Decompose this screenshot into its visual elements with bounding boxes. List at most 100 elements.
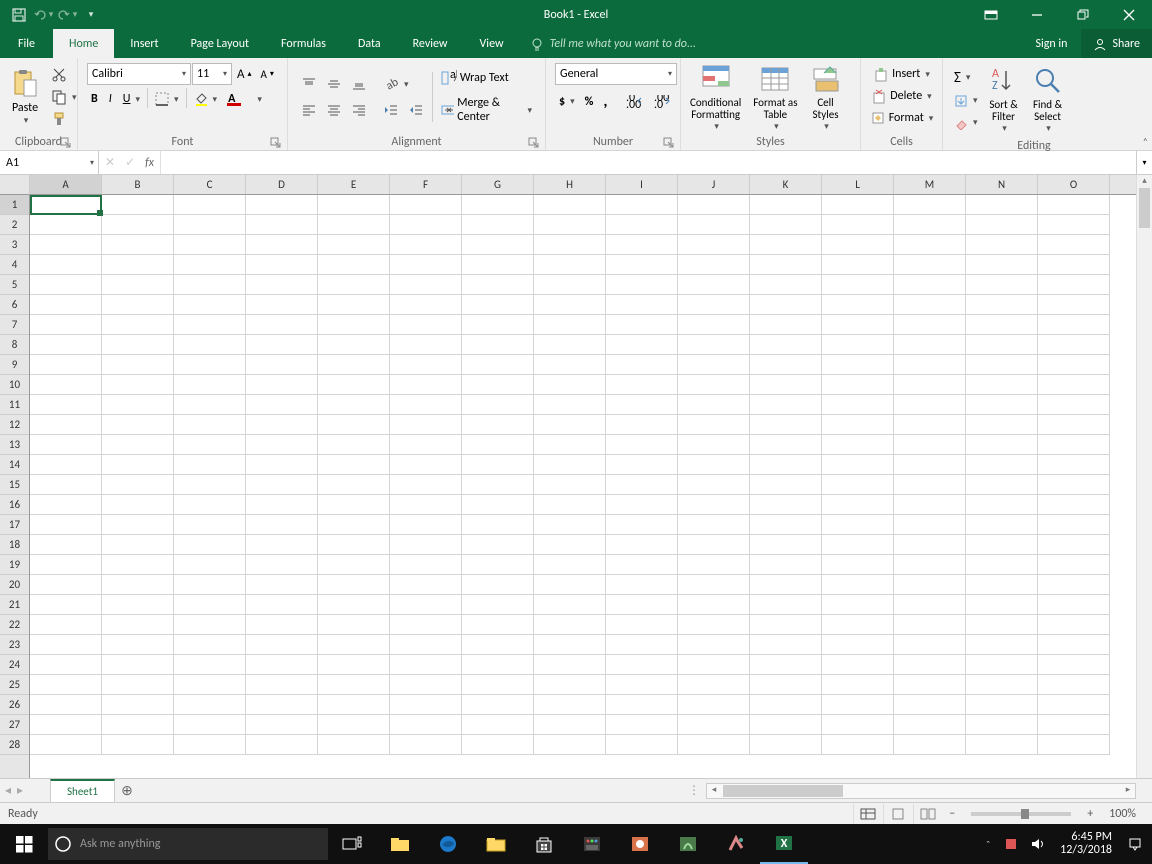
cell[interactable] [678, 515, 750, 535]
cell[interactable] [462, 575, 534, 595]
cell[interactable] [246, 735, 318, 755]
cell[interactable] [894, 195, 966, 215]
cell[interactable] [30, 715, 102, 735]
cell[interactable] [1038, 515, 1110, 535]
cell-styles-button[interactable]: Cell Styles▾ [804, 61, 848, 134]
tray-security-icon[interactable] [1000, 824, 1022, 864]
delete-cells-button[interactable]: Delete▾ [867, 85, 935, 107]
insert-function-button[interactable]: fx [145, 156, 154, 170]
zoom-level[interactable]: 100% [1101, 807, 1144, 821]
cell[interactable] [1038, 555, 1110, 575]
cell[interactable] [174, 355, 246, 375]
cell[interactable] [822, 615, 894, 635]
taskbar-explorer-2[interactable] [472, 824, 520, 864]
cell[interactable] [318, 455, 390, 475]
cell[interactable] [678, 395, 750, 415]
cell[interactable] [462, 415, 534, 435]
cell[interactable] [534, 535, 606, 555]
cell[interactable] [822, 575, 894, 595]
cell[interactable] [678, 655, 750, 675]
cell[interactable] [390, 595, 462, 615]
cell[interactable] [102, 455, 174, 475]
cell[interactable] [894, 555, 966, 575]
cell[interactable] [30, 195, 102, 215]
cell[interactable] [174, 695, 246, 715]
row-header-10[interactable]: 10 [0, 375, 29, 395]
cell[interactable] [30, 375, 102, 395]
taskbar-app-4[interactable] [712, 824, 760, 864]
cell[interactable] [750, 255, 822, 275]
number-format-combo[interactable]: General▾ [555, 63, 677, 85]
cell[interactable] [750, 315, 822, 335]
cell[interactable] [678, 255, 750, 275]
taskbar-app-2[interactable] [616, 824, 664, 864]
cell[interactable] [606, 195, 678, 215]
zoom-slider[interactable] [971, 812, 1071, 816]
cell[interactable] [174, 615, 246, 635]
increase-font-button[interactable]: A▴ [233, 63, 256, 85]
cell[interactable] [1038, 595, 1110, 615]
cell[interactable] [1038, 395, 1110, 415]
paste-button[interactable]: Paste▾ [3, 66, 47, 129]
cell[interactable] [246, 215, 318, 235]
tray-clock[interactable]: 6:45 PM 12/3/2018 [1052, 831, 1120, 857]
cell[interactable] [246, 375, 318, 395]
cell[interactable] [1038, 275, 1110, 295]
cell[interactable] [966, 415, 1038, 435]
column-header-C[interactable]: C [174, 175, 246, 194]
cell[interactable] [390, 735, 462, 755]
cell[interactable] [30, 415, 102, 435]
cell[interactable] [606, 455, 678, 475]
close-button[interactable] [1106, 0, 1152, 29]
cell[interactable] [246, 235, 318, 255]
cell[interactable] [30, 555, 102, 575]
cell[interactable] [246, 655, 318, 675]
cell[interactable] [822, 195, 894, 215]
cell[interactable] [966, 315, 1038, 335]
align-left-button[interactable] [297, 99, 321, 121]
column-header-G[interactable]: G [462, 175, 534, 194]
column-header-B[interactable]: B [102, 175, 174, 194]
cell[interactable] [750, 295, 822, 315]
cell[interactable] [894, 295, 966, 315]
cell[interactable] [318, 275, 390, 295]
cell[interactable] [462, 655, 534, 675]
cell[interactable] [174, 395, 246, 415]
cell[interactable] [318, 295, 390, 315]
row-header-28[interactable]: 28 [0, 735, 29, 755]
cell[interactable] [102, 635, 174, 655]
cell[interactable] [1038, 475, 1110, 495]
row-header-6[interactable]: 6 [0, 295, 29, 315]
cell[interactable] [966, 495, 1038, 515]
cell[interactable] [894, 495, 966, 515]
row-header-24[interactable]: 24 [0, 655, 29, 675]
column-header-E[interactable]: E [318, 175, 390, 194]
cell[interactable] [246, 555, 318, 575]
orientation-button[interactable]: ab▾ [379, 73, 413, 95]
cell[interactable] [678, 195, 750, 215]
cell[interactable] [534, 675, 606, 695]
cell[interactable] [534, 315, 606, 335]
cell[interactable] [174, 215, 246, 235]
cell[interactable] [246, 335, 318, 355]
cell[interactable] [822, 495, 894, 515]
cell[interactable] [30, 335, 102, 355]
cell[interactable] [822, 315, 894, 335]
cell[interactable] [750, 715, 822, 735]
cell[interactable] [894, 315, 966, 335]
cell[interactable] [102, 375, 174, 395]
cell[interactable] [462, 715, 534, 735]
cell[interactable] [822, 335, 894, 355]
page-break-view-button[interactable] [913, 804, 941, 824]
taskbar-store[interactable] [520, 824, 568, 864]
cell[interactable] [30, 315, 102, 335]
cell[interactable] [102, 195, 174, 215]
cell[interactable] [822, 655, 894, 675]
cell[interactable] [318, 475, 390, 495]
cell[interactable] [822, 595, 894, 615]
cell[interactable] [318, 355, 390, 375]
cell[interactable] [1038, 535, 1110, 555]
cell[interactable] [894, 215, 966, 235]
cell[interactable] [750, 535, 822, 555]
sign-in-button[interactable]: Sign in [1021, 29, 1081, 58]
